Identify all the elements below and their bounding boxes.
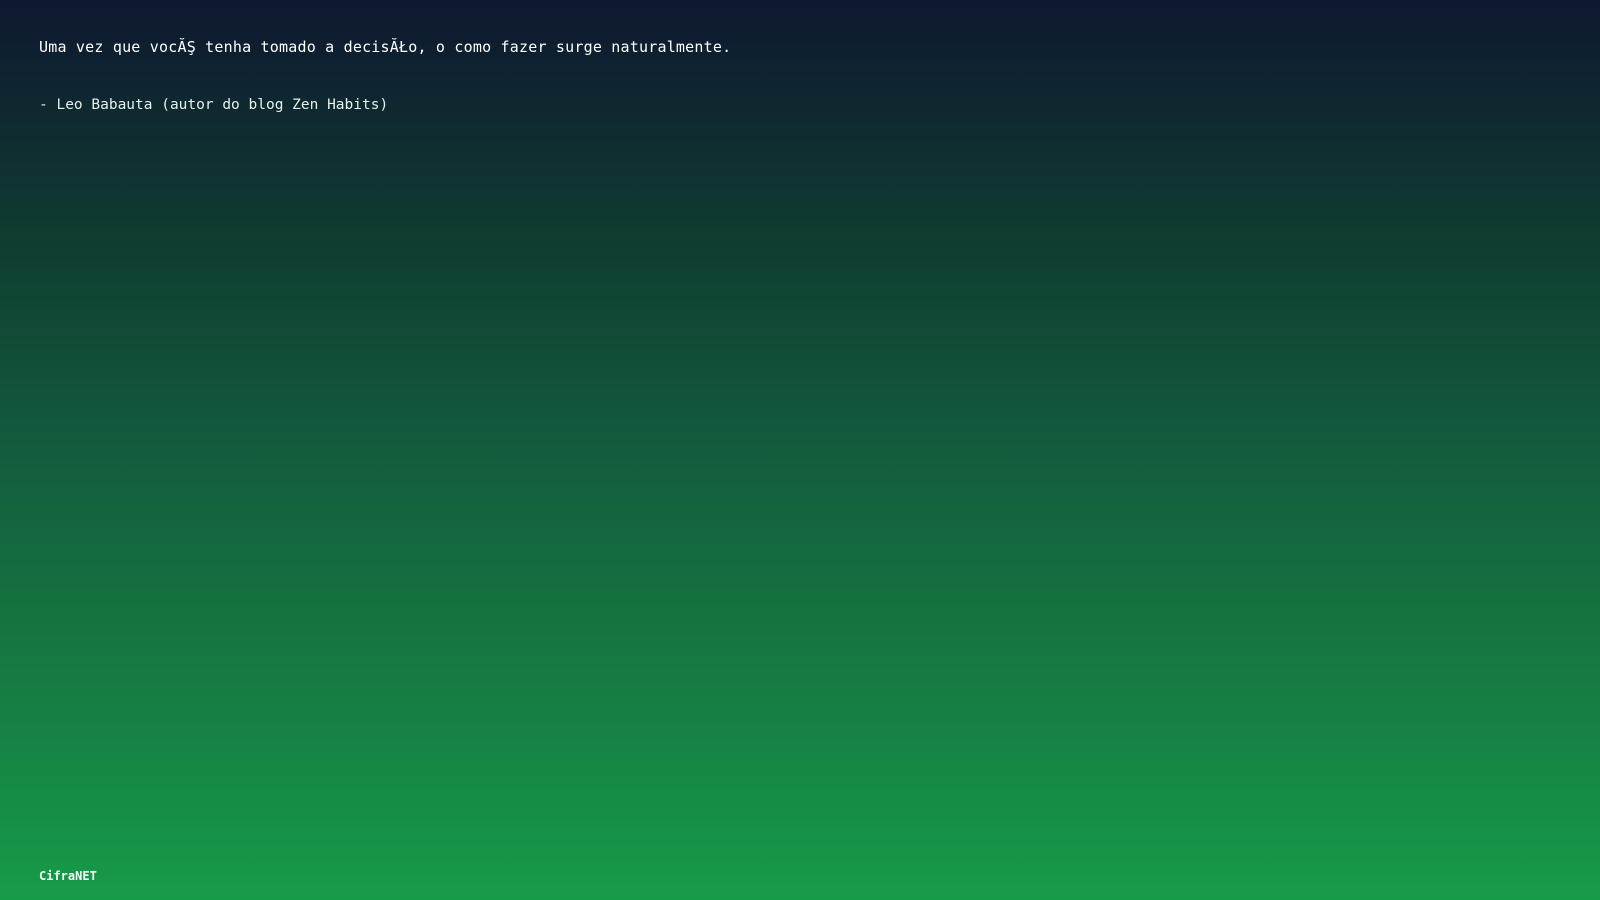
quote-author: - Leo Babauta (autor do blog Zen Habits) — [39, 97, 389, 113]
quote-text: Uma vez que vocĂŞ tenha tomado a decisĂŁ… — [39, 38, 732, 56]
brand-label: CifraNET — [39, 869, 97, 883]
